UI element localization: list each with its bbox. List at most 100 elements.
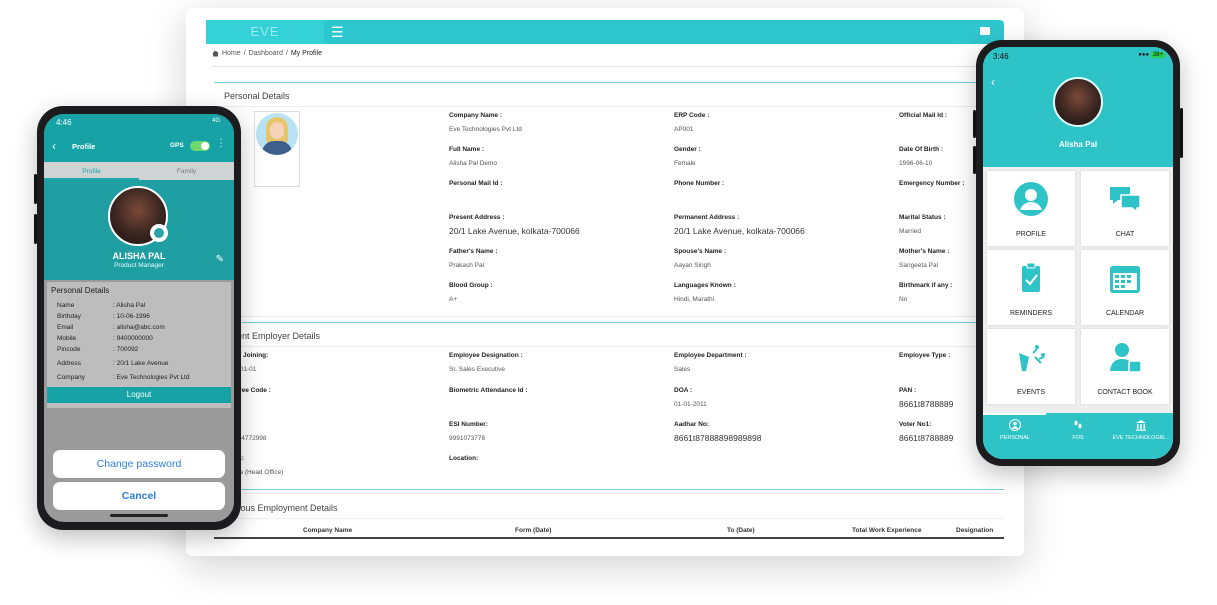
col-designation[interactable]: Designation xyxy=(956,527,993,534)
tile-label: CHAT xyxy=(1115,231,1135,238)
breadcrumb-dashboard[interactable]: Dashboard xyxy=(249,50,283,57)
field-emergency-number: Emergency Number : xyxy=(899,180,965,187)
status-bar: 4:46 4G xyxy=(44,114,234,132)
previous-employment-title: vious Employment Details xyxy=(234,503,338,513)
tile-calendar[interactable]: CALENDAR xyxy=(1081,250,1169,325)
field-erp-code: ERP Code : AP001 xyxy=(674,112,710,133)
tile-label: REMINDERS xyxy=(1009,310,1052,317)
tab-profile[interactable]: Profile xyxy=(44,168,139,175)
field-fathers-name: Father's Name : Prakash Pal xyxy=(449,248,498,269)
field-company-name: Company Name : Eve Technologies Pvt Ltd xyxy=(449,112,522,133)
field-phone-number: Phone Number : xyxy=(674,180,725,187)
card-title: Personal Details xyxy=(51,286,110,295)
tile-label: EVENTS xyxy=(1016,389,1045,396)
tile-events[interactable]: EVENTS xyxy=(987,329,1075,404)
menu-icon[interactable]: ☰ xyxy=(331,24,344,40)
field-birthmark: Birthmark if any : No xyxy=(899,282,953,303)
profile-role: Product Manager xyxy=(114,262,164,269)
field-present-address: Present Address :20/1 Lake Avenue, kolka… xyxy=(449,214,580,236)
divider xyxy=(214,346,1004,347)
nav-active-indicator xyxy=(983,413,1046,415)
top-bar: EVE ☰ xyxy=(206,20,1004,44)
col-to-date[interactable]: To (Date) xyxy=(727,527,755,534)
field-marital-status: Marital Status : Married xyxy=(899,214,946,235)
stage: EVE ☰ Home / Dashboard / My Profile Pers… xyxy=(0,0,1217,605)
profile-name: Alisha Pal xyxy=(1058,140,1098,149)
phone-side-button xyxy=(973,110,976,138)
section-divider xyxy=(214,82,1004,83)
field-official-mail: Official Mail Id : xyxy=(899,112,948,119)
profile-photo[interactable] xyxy=(1053,77,1103,127)
field-spouses-name: Spouse's Name : Aayan Singh xyxy=(674,248,727,269)
breadcrumb: Home / Dashboard / My Profile xyxy=(212,50,322,57)
tab-family[interactable]: Family xyxy=(139,168,234,175)
gps-label: GPS xyxy=(170,142,184,149)
tile-label: PROFILE xyxy=(1016,231,1046,238)
nav-fos[interactable]: FOS xyxy=(1046,419,1110,441)
logout-button[interactable]: Logout xyxy=(47,387,231,403)
field-permanent-address: Permanent Address :20/1 Lake Avenue, kol… xyxy=(674,214,805,236)
profile-hero: ALISHA PAL Product Manager ✎ xyxy=(44,180,234,280)
phone-side-button xyxy=(973,146,976,174)
pencil-icon[interactable]: ✎ xyxy=(216,254,224,265)
desktop-window: EVE ☰ Home / Dashboard / My Profile Pers… xyxy=(186,8,1024,556)
field-location: Location: xyxy=(449,455,479,462)
profile-name: ALISHA PAL xyxy=(112,251,166,261)
tile-reminders[interactable]: REMINDERS xyxy=(987,250,1075,325)
field-mothers-name: Mother's Name : Sangeeta Pal xyxy=(899,248,950,269)
personal-details-title: Personal Details xyxy=(224,91,290,101)
field-blood-group: Blood Group : A+ xyxy=(449,282,493,303)
field-employee-department: Employee Department : Sales xyxy=(674,352,747,373)
tile-chat[interactable]: CHAT xyxy=(1081,171,1169,246)
tile-label: CALENDAR xyxy=(1105,310,1145,317)
divider xyxy=(214,316,1004,317)
tile-contact-book[interactable]: CONTACT BOOK xyxy=(1081,329,1169,404)
divider xyxy=(214,106,1004,107)
screen-title: Profile xyxy=(72,142,96,151)
back-icon[interactable]: ‹ xyxy=(52,140,56,152)
field-date-of-birth: Date Of Birth :1996-06-10 xyxy=(899,146,944,167)
divider xyxy=(214,493,1004,494)
breadcrumb-separator: / xyxy=(285,50,288,57)
divider xyxy=(212,66,1004,67)
breadcrumb-home[interactable]: Home xyxy=(222,50,241,57)
more-options-icon[interactable]: ⋮ xyxy=(216,139,226,149)
col-total-work-experience[interactable]: Total Work Experience xyxy=(852,527,921,534)
brand-logo[interactable]: EVE xyxy=(206,20,324,44)
personal-nav-icon xyxy=(1009,419,1021,431)
tile-label: CONTACT BOOK xyxy=(1097,389,1153,396)
phone-side-button xyxy=(34,214,37,244)
cancel-button[interactable]: Cancel xyxy=(53,482,225,510)
phone-side-button xyxy=(34,174,37,204)
right-phone: 3:46 ●●● 28+ ‹ Alisha Pal PROFILE CHAT R… xyxy=(973,40,1183,466)
status-battery: ●●● 28+ xyxy=(1138,52,1165,58)
breadcrumb-separator: / xyxy=(243,50,246,57)
divider xyxy=(214,518,1004,519)
contact-book-icon xyxy=(1110,343,1142,373)
home-icon[interactable] xyxy=(212,50,219,57)
bottom-navigation: PERSONAL FOS EVE TECHNOLOGIE... xyxy=(983,413,1173,459)
status-time: 3:46 xyxy=(993,52,1009,61)
change-password-button[interactable]: Change password xyxy=(53,450,225,478)
user-card-icon[interactable] xyxy=(980,27,990,35)
nav-personal[interactable]: PERSONAL xyxy=(983,419,1047,441)
calendar-icon xyxy=(1110,266,1140,293)
col-company-name[interactable]: Company Name xyxy=(303,527,352,534)
avatar xyxy=(256,113,298,155)
field-branch: ch:ata (Head Office) xyxy=(234,455,284,476)
col-form-date[interactable]: Form (Date) xyxy=(515,527,551,534)
field-biometric-id: Biometric Attendance Id : xyxy=(449,387,528,394)
breadcrumb-current: My Profile xyxy=(290,50,322,57)
status-time: 4:46 xyxy=(56,118,72,127)
gps-toggle[interactable] xyxy=(190,141,210,151)
field-doa: DOA :01-01-2011 xyxy=(674,387,707,408)
nav-company[interactable]: EVE TECHNOLOGIE... xyxy=(1109,419,1173,441)
tile-profile[interactable]: PROFILE xyxy=(987,171,1075,246)
profile-icon xyxy=(1014,182,1048,216)
reminders-icon xyxy=(1022,262,1040,292)
camera-icon[interactable] xyxy=(150,224,168,242)
employment-table-header: Company Name Form (Date) To (Date) Total… xyxy=(214,525,1004,539)
back-icon[interactable]: ‹ xyxy=(991,75,995,89)
events-icon xyxy=(1019,345,1045,371)
field-full-name: Full Name : Alisha Pal Demo xyxy=(449,146,498,167)
